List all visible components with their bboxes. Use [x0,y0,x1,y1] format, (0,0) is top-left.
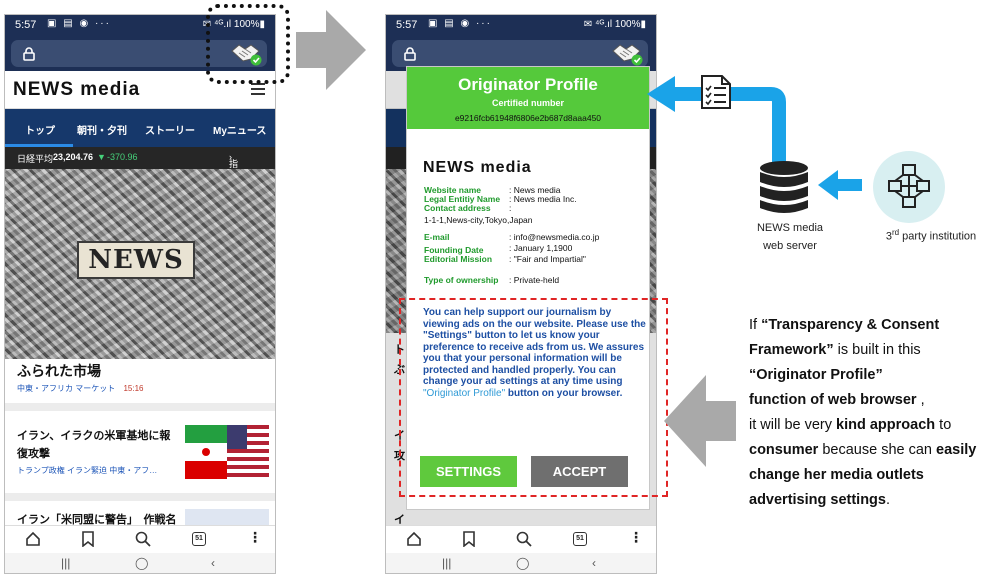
battery-indicator: ✉ ⁴ᴳ.ıl 100%▮ [583,19,646,30]
gray-arrow-right-icon [296,10,366,90]
ticker-label: 日経平均 [17,154,54,164]
ticker-change: -370.96 [107,152,138,162]
iran-us-flags-thumbnail[interactable] [185,425,269,479]
more-menu-icon[interactable]: ⋮ [248,529,262,546]
field-founding-date-value: : January 1,1900 [509,243,573,253]
field-address-value: 1-1-1,News-city,Tokyo,Japan [424,215,533,225]
tab-my-news[interactable]: Myニュース [213,122,266,137]
hero-image[interactable]: NEWS [5,169,275,359]
field-legal-name-value: : News media Inc. [509,194,577,204]
system-nav-bar: ||| ◯ ‹ [5,553,275,573]
system-nav-bar: ||| ◯ ‹ [386,553,656,573]
profile-brand: NEWS media [423,159,532,176]
ticker-value: 23,204.76 [53,152,94,162]
recents-icon[interactable]: ||| [442,556,451,570]
home-circle-icon[interactable]: ◯ [135,556,148,570]
search-icon[interactable] [516,531,532,547]
article-headline[interactable]: イラン、イラクの米軍基地に報復攻撃 [17,427,181,463]
server-label: NEWS media web server [756,222,824,252]
profile-header: Originator Profile Certified number e921… [407,67,649,129]
back-icon[interactable]: ‹ [211,556,215,570]
hero-news-sign: NEWS [77,241,195,279]
certified-number: e9216fcb61948f6806e2b687d8aaa450 [454,113,602,123]
home-icon[interactable] [406,531,422,547]
status-bar: 5:57 ▣ ▤ ◉ ··· ✉ ⁴ᴳ.ıl 100%▮ [386,15,656,37]
browser-toolbar: 51 ⋮ [386,525,656,553]
recents-icon[interactable]: ||| [61,556,70,570]
originator-profile-handshake-icon[interactable] [610,41,644,67]
home-icon[interactable] [25,531,41,547]
field-contact-colon: : [509,203,512,213]
handshake-icon-highlight [206,4,290,84]
tab-top[interactable]: トップ [25,122,55,137]
tabs-count-button[interactable]: 51 [573,532,587,546]
market-ticker: 日経平均 23,204.76 ▼ -370.96 指数一覧 › [5,147,275,208]
address-field[interactable] [392,40,648,67]
gray-arrow-left-icon [664,375,736,467]
lock-icon [404,47,416,61]
home-circle-icon[interactable]: ◯ [516,556,529,570]
institution-label: 3rd party institution [885,228,977,243]
checklist-document-icon [701,75,731,109]
left-phone-screenshot: 5:57 ▣ ▤ ◉ ··· ✉ ⁴ᴳ.ıl 100%▮ NEWS media … [4,14,276,574]
back-icon[interactable]: ‹ [592,556,596,570]
menu-icon[interactable] [251,83,265,95]
search-icon[interactable] [135,531,151,547]
status-time: 5:57 [396,19,418,31]
profile-title: Originator Profile [458,75,598,94]
certified-label: Certified number [491,98,564,108]
bookmark-icon[interactable] [81,531,95,547]
ticker-index-link[interactable]: 指数一覧 › [229,152,238,208]
blue-arrow-left-icon [818,170,862,200]
field-ownership: Type of ownership [424,275,499,285]
field-ownership-value: : Private-held [509,275,560,285]
field-editorial-mission-value: : "Fair and Impartial" [509,254,586,264]
notification-icons: ▣ ▤ ◉ ··· [428,18,492,29]
more-menu-icon[interactable]: ⋮ [629,529,643,546]
consent-area-highlight [399,298,668,497]
field-email: E-mail [424,232,450,242]
browser-toolbar: 51 ⋮ [5,525,275,553]
tab-editions[interactable]: 朝刊・夕刊 [77,122,127,137]
divider [5,403,275,411]
site-brand: NEWS media [13,79,141,100]
article-thumbnail[interactable] [185,509,269,525]
bookmark-icon[interactable] [462,531,476,547]
article-meta: 中東・アフリカ マーケット 15:16 [17,384,144,393]
ticker-down-icon: ▼ [97,152,106,162]
database-server-icon [760,161,808,213]
tabs-count-button[interactable]: 51 [192,532,206,546]
lock-icon [23,47,35,61]
field-editorial-mission: Editorial Mission [424,254,493,264]
article-tags: トランプ政権 イラン緊迫 中東・アフ… [17,466,158,475]
status-time: 5:57 [15,19,37,31]
field-contact-address: Contact address [424,203,491,213]
network-cubes-icon [888,164,930,208]
notification-icons: ▣ ▤ ◉ ··· [47,18,111,29]
tab-stories[interactable]: ストーリー [145,122,195,137]
field-email-value: : info@newsmedia.co.jp [509,232,600,242]
divider [5,493,275,501]
article-headline[interactable]: ふられた市場 [17,361,101,381]
section-nav: トップ 朝刊・夕刊 ストーリー Myニュース [5,109,275,147]
explanation-text: If “Transparency & Consent Framework” is… [749,317,977,508]
